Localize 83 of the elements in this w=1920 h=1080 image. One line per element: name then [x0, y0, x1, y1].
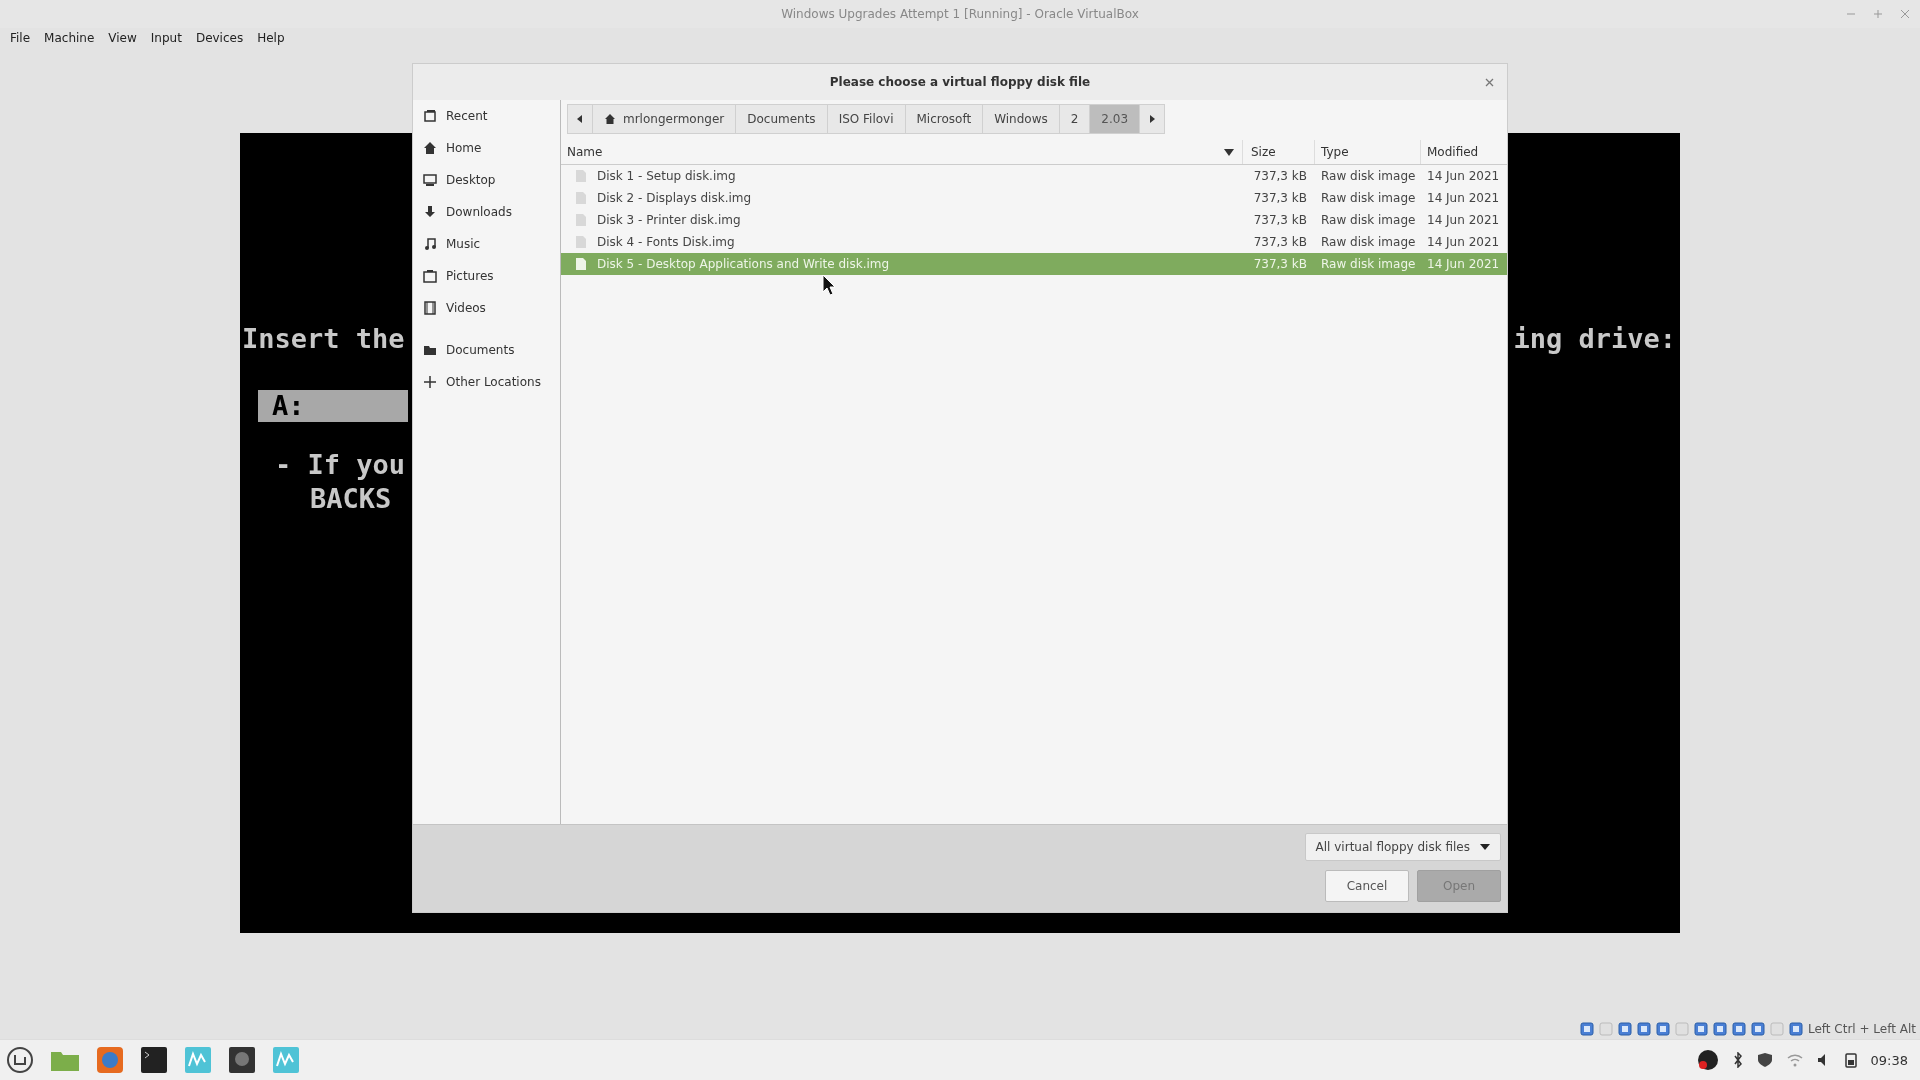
file-row[interactable]: Disk 1 - Setup disk.img 737,3 kB Raw disk image 14 Jun 2021	[561, 165, 1507, 187]
videos-icon	[423, 301, 437, 315]
menu-item[interactable]: Help	[257, 31, 285, 45]
sidebar-item[interactable]: Documents	[413, 334, 560, 366]
filter-dropdown[interactable]: All virtual floppy disk files	[1304, 833, 1501, 861]
bluetooth-icon[interactable]	[1732, 1052, 1743, 1068]
status-icon[interactable]	[1731, 1022, 1746, 1036]
file-row[interactable]: Disk 2 - Displays disk.img 737,3 kB Raw disk image 14 Jun 2021	[561, 187, 1507, 209]
column-header[interactable]: Size	[1243, 140, 1315, 164]
sidebar-item[interactable]: Music	[413, 228, 560, 260]
host-key-label: Left Ctrl + Left Alt	[1807, 1022, 1916, 1036]
menu-item[interactable]: Devices	[195, 31, 244, 45]
path-button[interactable]: Documents	[736, 104, 828, 134]
menu-item[interactable]: Input	[150, 31, 182, 45]
forward-button[interactable]	[1140, 104, 1166, 134]
left-arrow-icon	[576, 114, 584, 124]
sidebar-item[interactable]: Other Locations	[413, 366, 560, 398]
file-icon	[575, 191, 587, 205]
status-icon[interactable]	[1693, 1022, 1708, 1036]
sidebar-item[interactable]: Pictures	[413, 260, 560, 292]
file-icon	[575, 169, 587, 183]
music-icon	[423, 237, 437, 251]
terminal-icon[interactable]	[140, 1046, 168, 1074]
back-button[interactable]	[567, 104, 593, 134]
folder-icon	[423, 343, 437, 357]
vm-text: BACKS	[310, 483, 392, 514]
column-header[interactable]: Name	[561, 140, 1243, 164]
vm-text: ing drive:	[1513, 323, 1676, 354]
pointer-icon	[822, 274, 838, 296]
pictures-icon	[423, 269, 437, 283]
close-icon[interactable]	[1900, 9, 1910, 19]
clock[interactable]: 09:38	[1870, 1052, 1908, 1068]
path-button[interactable]: mrlongermonger	[593, 104, 737, 134]
caret-icon	[1480, 844, 1490, 850]
wifi-icon[interactable]	[1786, 1053, 1803, 1067]
home-icon	[423, 141, 437, 155]
status-icon[interactable]	[1655, 1022, 1670, 1036]
file-icon	[575, 235, 587, 249]
status-icon[interactable]	[1750, 1022, 1765, 1036]
browser-icon[interactable]	[96, 1046, 124, 1074]
file-icon	[575, 213, 587, 227]
plus-icon	[423, 375, 437, 389]
menu-item[interactable]: File	[10, 31, 31, 45]
status-icon[interactable]	[1788, 1022, 1803, 1036]
sort-icon	[1224, 149, 1234, 156]
vm-text: - If you	[275, 449, 406, 480]
path-button[interactable]: Microsoft	[905, 104, 984, 134]
drive-field: A:	[258, 390, 408, 422]
vm-text: Insert the	[242, 323, 405, 354]
path-button[interactable]: 2.03	[1090, 104, 1141, 134]
sidebar-item[interactable]: Downloads	[413, 196, 560, 228]
status-icon[interactable]	[1617, 1022, 1632, 1036]
app-icon[interactable]	[228, 1046, 256, 1074]
cancel-button[interactable]: Cancel	[1325, 870, 1409, 902]
status-icon[interactable]	[1636, 1022, 1651, 1036]
column-header[interactable]: Type	[1315, 140, 1421, 164]
home-icon	[604, 113, 616, 125]
menu-item[interactable]: View	[108, 31, 137, 45]
close-icon[interactable]	[1485, 78, 1494, 87]
file-row[interactable]: Disk 3 - Printer disk.img 737,3 kB Raw disk image 14 Jun 2021	[561, 209, 1507, 231]
file-icon	[575, 257, 587, 271]
dialog-title: Please choose a virtual floppy disk file	[829, 75, 1091, 89]
menu-icon[interactable]	[6, 1046, 34, 1074]
sidebar-item[interactable]: Videos	[413, 292, 560, 324]
window-title: Windows Upgrades Attempt 1 [Running] - Oracle VirtualBox	[781, 7, 1139, 21]
sidebar-item[interactable]: Recent	[413, 100, 560, 132]
menu-item[interactable]: Machine	[44, 31, 95, 45]
column-header[interactable]: Modified	[1421, 140, 1507, 164]
path-button[interactable]: Windows	[983, 104, 1060, 134]
shield-icon[interactable]	[1756, 1052, 1773, 1068]
sidebar-item[interactable]: Home	[413, 132, 560, 164]
path-button[interactable]: 2	[1059, 104, 1091, 134]
file-row[interactable]: Disk 4 - Fonts Disk.img 737,3 kB Raw disk image 14 Jun 2021	[561, 231, 1507, 253]
path-button[interactable]: ISO Filovi	[827, 104, 906, 134]
status-icon[interactable]	[1579, 1022, 1594, 1036]
right-arrow-icon	[1148, 114, 1157, 124]
recent-icon	[423, 109, 437, 123]
sidebar-item[interactable]: Desktop	[413, 164, 560, 196]
desktop-icon	[423, 173, 437, 187]
battery-icon[interactable]	[1844, 1052, 1857, 1068]
record-icon[interactable]	[1696, 1049, 1719, 1071]
status-icon[interactable]	[1712, 1022, 1727, 1036]
download-icon	[423, 205, 437, 219]
